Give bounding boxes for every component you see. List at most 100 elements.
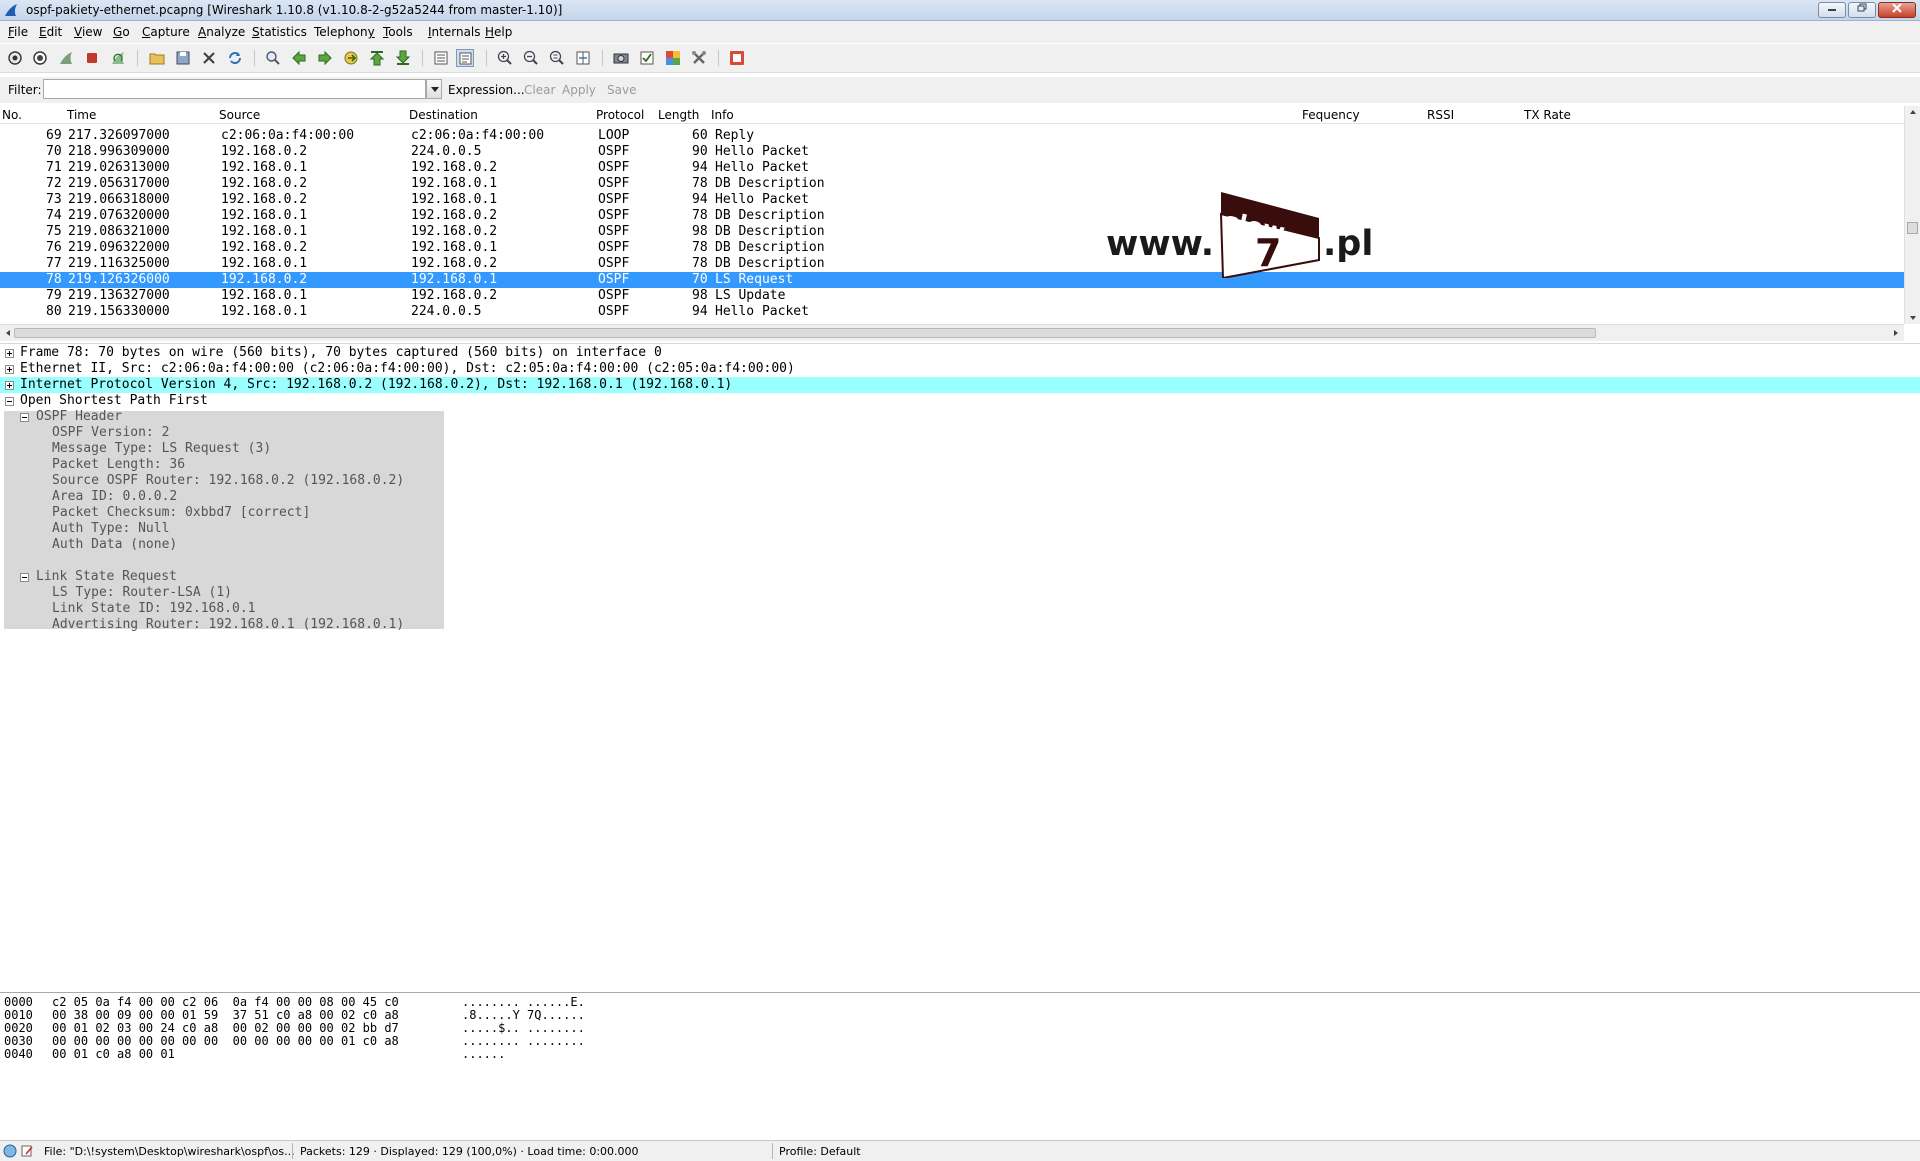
go-forward-button[interactable] bbox=[316, 49, 334, 67]
go-to-packet-button[interactable] bbox=[342, 49, 360, 67]
stop-capture-button[interactable] bbox=[83, 49, 101, 67]
menu-analyze[interactable]: Analyze bbox=[198, 25, 245, 39]
packet-row[interactable]: 74 219.076320000 192.168.0.1 192.168.0.2 OSP… bbox=[0, 208, 1904, 224]
tree-item-ethernet[interactable]: Ethernet II, Src: c2:06:0a:f4:00:00 (c2:… bbox=[0, 361, 1920, 377]
hex-bytes[interactable]: 00 01 c0 a8 00 01 bbox=[52, 1048, 175, 1061]
restart-capture-button[interactable] bbox=[109, 49, 127, 67]
column-header-rssi[interactable]: RSSI bbox=[1427, 108, 1454, 122]
restore-button[interactable] bbox=[1848, 2, 1876, 18]
hex-ascii[interactable]: ...... bbox=[462, 1048, 505, 1061]
preferences-button[interactable] bbox=[690, 49, 708, 67]
clear-filter-button[interactable]: Clear bbox=[524, 83, 555, 97]
capture-filters-button[interactable] bbox=[612, 49, 630, 67]
go-last-button[interactable] bbox=[394, 49, 412, 67]
column-header-source[interactable]: Source bbox=[219, 108, 260, 122]
minimize-button[interactable] bbox=[1818, 2, 1846, 18]
packet-row[interactable]: 71 219.026313000 192.168.0.1 192.168.0.2 OSP… bbox=[0, 160, 1904, 176]
packet-row[interactable]: 70 218.996309000 192.168.0.2 224.0.0.5 OSPF 9… bbox=[0, 144, 1904, 160]
collapse-icon[interactable] bbox=[20, 573, 29, 582]
tree-field[interactable]: Area ID: 0.0.0.2 bbox=[52, 489, 177, 505]
packet-row[interactable]: 69 217.326097000 c2:06:0a:f4:00:00 c2:06:0a… bbox=[0, 128, 1904, 144]
go-first-button[interactable] bbox=[368, 49, 386, 67]
menu-go[interactable]: Go bbox=[113, 25, 130, 39]
status-profile[interactable]: Profile: Default bbox=[779, 1145, 861, 1158]
apply-filter-button[interactable]: Apply bbox=[562, 83, 596, 97]
tree-field[interactable]: OSPF Version: 2 bbox=[52, 425, 169, 441]
coloring-rules-button[interactable] bbox=[664, 49, 682, 67]
tree-field[interactable]: Link State ID: 192.168.0.1 bbox=[52, 601, 256, 617]
help-button[interactable] bbox=[728, 49, 746, 67]
expert-info-icon[interactable] bbox=[3, 1144, 17, 1158]
collapse-icon[interactable] bbox=[20, 413, 29, 422]
packet-row[interactable]: 72 219.056317000 192.168.0.2 192.168.0.1 OSP… bbox=[0, 176, 1904, 192]
column-header-length[interactable]: Length bbox=[658, 108, 699, 122]
hex-offset[interactable]: 0040 bbox=[4, 1048, 33, 1061]
auto-scroll-button[interactable] bbox=[456, 49, 474, 67]
vertical-scroll-thumb[interactable] bbox=[1907, 222, 1918, 234]
resize-columns-button[interactable] bbox=[574, 49, 592, 67]
packet-row[interactable]: 76 219.096322000 192.168.0.2 192.168.0.1 OSP… bbox=[0, 240, 1904, 256]
tree-field[interactable]: LS Type: Router-LSA (1) bbox=[52, 585, 232, 601]
menu-statistics[interactable]: Statistics bbox=[252, 25, 307, 39]
menu-capture[interactable]: Capture bbox=[142, 25, 190, 39]
menu-file[interactable]: File bbox=[8, 25, 28, 39]
menu-help[interactable]: Help bbox=[485, 25, 512, 39]
go-back-button[interactable] bbox=[290, 49, 308, 67]
menu-edit[interactable]: Edit bbox=[39, 25, 62, 39]
column-header-info[interactable]: Info bbox=[711, 108, 734, 122]
packet-list-horizontal-scrollbar[interactable] bbox=[0, 324, 1904, 341]
zoom-in-button[interactable] bbox=[496, 49, 514, 67]
expression-button[interactable]: Expression... bbox=[448, 83, 525, 97]
packet-row[interactable]: 78 219.126326000 192.168.0.2 192.168.0.1 OSP… bbox=[0, 272, 1904, 288]
zoom-out-button[interactable] bbox=[522, 49, 540, 67]
tree-field[interactable]: Source OSPF Router: 192.168.0.2 (192.168… bbox=[52, 473, 404, 489]
tree-field[interactable]: Auth Type: Null bbox=[52, 521, 169, 537]
tree-item-link-state-request[interactable]: Link State Request bbox=[0, 569, 440, 585]
menu-view[interactable]: View bbox=[74, 25, 102, 39]
capture-comment-icon[interactable] bbox=[20, 1144, 34, 1158]
packet-row[interactable]: 77 219.116325000 192.168.0.1 192.168.0.2 OSP… bbox=[0, 256, 1904, 272]
open-file-button[interactable] bbox=[148, 49, 166, 67]
tree-field[interactable]: Packet Checksum: 0xbbd7 [correct] bbox=[52, 505, 310, 521]
horizontal-scroll-thumb[interactable] bbox=[14, 328, 1596, 338]
expand-icon[interactable] bbox=[5, 349, 14, 358]
expand-icon[interactable] bbox=[5, 365, 14, 374]
tree-field[interactable]: Auth Data (none) bbox=[52, 537, 177, 553]
column-header-tx-rate[interactable]: TX Rate bbox=[1524, 108, 1571, 122]
packet-row[interactable]: 80 219.156330000 192.168.0.1 224.0.0.5 OSPF 9… bbox=[0, 304, 1904, 320]
tree-item-ospf-header[interactable]: OSPF Header bbox=[0, 409, 440, 425]
tree-item-ospf[interactable]: Open Shortest Path First bbox=[0, 393, 1920, 409]
column-header-destination[interactable]: Destination bbox=[409, 108, 478, 122]
save-file-button[interactable] bbox=[174, 49, 192, 67]
tree-item-frame[interactable]: Frame 78: 70 bytes on wire (560 bits), 7… bbox=[0, 345, 1920, 361]
menu-tools[interactable]: Tools bbox=[383, 25, 413, 39]
packet-list-vertical-scrollbar[interactable] bbox=[1904, 106, 1920, 324]
tree-field[interactable]: Advertising Router: 192.168.0.1 (192.168… bbox=[52, 617, 404, 633]
packet-row[interactable]: 79 219.136327000 192.168.0.1 192.168.0.2 OSP… bbox=[0, 288, 1904, 304]
packet-row[interactable]: 75 219.086321000 192.168.0.1 192.168.0.2 OSP… bbox=[0, 224, 1904, 240]
column-header-time[interactable]: Time bbox=[67, 108, 96, 122]
filter-history-dropdown[interactable] bbox=[426, 79, 442, 99]
find-packet-button[interactable] bbox=[264, 49, 282, 67]
tree-field[interactable]: Packet Length: 36 bbox=[52, 457, 185, 473]
reload-button[interactable] bbox=[226, 49, 244, 67]
close-file-button[interactable] bbox=[200, 49, 218, 67]
menu-internals[interactable]: Internals bbox=[428, 25, 481, 39]
save-filter-button[interactable]: Save bbox=[607, 83, 636, 97]
capture-options-button[interactable] bbox=[31, 49, 49, 67]
column-header-no[interactable]: No. bbox=[2, 108, 22, 122]
interfaces-button[interactable] bbox=[6, 49, 24, 67]
tree-field[interactable]: Message Type: LS Request (3) bbox=[52, 441, 271, 457]
tree-item-ip[interactable]: Internet Protocol Version 4, Src: 192.16… bbox=[0, 377, 1920, 393]
column-header-protocol[interactable]: Protocol bbox=[596, 108, 644, 122]
start-capture-button[interactable] bbox=[57, 49, 75, 67]
menu-telephony[interactable]: Telephony bbox=[314, 25, 375, 39]
filter-input[interactable] bbox=[43, 79, 426, 99]
display-filters-button[interactable] bbox=[638, 49, 656, 67]
expand-icon[interactable] bbox=[5, 381, 14, 390]
colorize-list-button[interactable] bbox=[432, 49, 450, 67]
column-header-frequency[interactable]: Fequency bbox=[1302, 108, 1360, 122]
packet-row[interactable]: 73 219.066318000 192.168.0.2 192.168.0.1 OSP… bbox=[0, 192, 1904, 208]
normal-size-button[interactable] bbox=[548, 49, 566, 67]
collapse-icon[interactable] bbox=[5, 397, 14, 406]
